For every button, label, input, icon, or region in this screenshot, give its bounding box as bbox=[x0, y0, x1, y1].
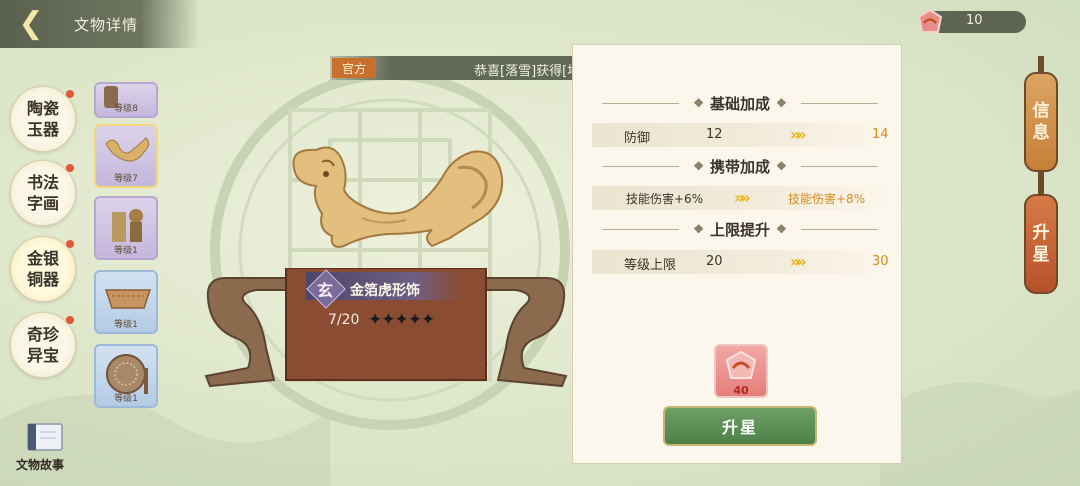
diamond-icon: ❖ bbox=[776, 96, 787, 110]
artifact-item[interactable]: 等级8 bbox=[94, 82, 158, 118]
double-chevron-icon: »» bbox=[790, 252, 807, 271]
diamond-icon: ❖ bbox=[776, 222, 787, 236]
stat-row-level-cap: 等级上限 20 »» 30 bbox=[592, 250, 890, 274]
stat-label: 等级上限 bbox=[624, 258, 677, 273]
tab-ornament bbox=[1038, 56, 1044, 72]
book-icon[interactable] bbox=[22, 420, 68, 456]
artifact-name: 金箔虎形饰 bbox=[350, 283, 420, 299]
artifact-thumb bbox=[112, 209, 143, 242]
artifact-item-selected[interactable]: 等级7 bbox=[94, 124, 158, 188]
notification-dot bbox=[66, 164, 74, 172]
badge-icon bbox=[917, 8, 943, 33]
diamond-icon: ❖ bbox=[693, 159, 704, 173]
tab-ornament bbox=[1038, 172, 1044, 194]
stat-current: 12 bbox=[706, 127, 723, 142]
story-label: 文物故事 bbox=[16, 458, 65, 472]
stat-next: 14 bbox=[872, 127, 889, 142]
artifact-item[interactable]: 等级1 bbox=[94, 344, 158, 408]
diamond-icon: ❖ bbox=[693, 222, 704, 236]
star-rating-icon: ✦✦✦✦✦ bbox=[368, 310, 435, 330]
stat-label: 防御 bbox=[624, 131, 651, 146]
section-limit-up: ❖ 上限提升 ❖ bbox=[594, 218, 886, 240]
artifact-thumb bbox=[105, 137, 150, 162]
double-chevron-icon: »» bbox=[734, 188, 751, 207]
diamond-icon: ❖ bbox=[693, 96, 704, 110]
stat-next: 技能伤害+8% bbox=[788, 192, 866, 206]
rank-char: 玄 bbox=[316, 281, 333, 300]
upgrade-star-button[interactable]: 升星 bbox=[663, 406, 817, 446]
stat-next: 30 bbox=[872, 254, 889, 269]
back-button[interactable]: ❮ bbox=[10, 5, 52, 41]
stat-current: 技能伤害+6% bbox=[626, 192, 704, 206]
badge-icon bbox=[725, 350, 757, 379]
notification-dot bbox=[66, 316, 74, 324]
artifact-item[interactable]: 等级1 bbox=[94, 196, 158, 260]
page-title: 文物详情 bbox=[74, 16, 139, 34]
stat-current: 20 bbox=[706, 254, 723, 269]
double-chevron-icon: »» bbox=[790, 125, 807, 144]
back-chevron-icon: ❮ bbox=[18, 5, 44, 41]
tab-upgrade-star[interactable]: 升星 bbox=[1024, 194, 1058, 294]
section-base-bonus: ❖ 基础加成 ❖ bbox=[594, 92, 886, 114]
official-tag: 官方 bbox=[332, 58, 376, 78]
star-progress: 7/20 bbox=[328, 312, 360, 328]
section-carry-bonus: ❖ 携带加成 ❖ bbox=[594, 155, 886, 177]
stat-row-skill-damage: 技能伤害+6% »» 技能伤害+8% bbox=[592, 186, 890, 210]
artifact-item[interactable]: 等级1 bbox=[94, 270, 158, 334]
currency-count: 10 bbox=[966, 13, 983, 28]
notification-dot bbox=[66, 90, 74, 98]
stat-row-defense: 防御 12 »» 14 bbox=[592, 123, 890, 147]
cost-count: 40 bbox=[733, 384, 749, 397]
artifact-image bbox=[292, 146, 504, 248]
artifact-thumb bbox=[104, 289, 152, 309]
diamond-icon: ❖ bbox=[776, 159, 787, 173]
tab-info[interactable]: 信息 bbox=[1024, 72, 1058, 172]
notification-dot bbox=[66, 240, 74, 248]
